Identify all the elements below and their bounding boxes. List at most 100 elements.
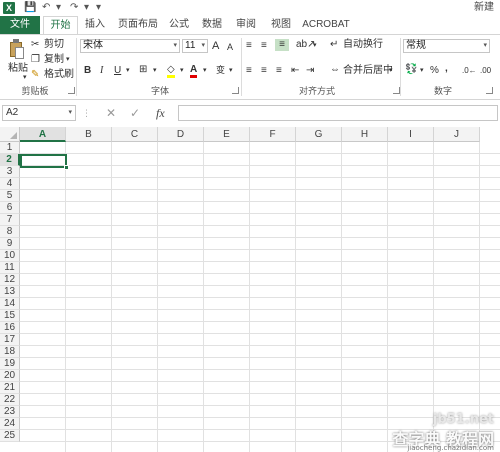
row-header-10[interactable]: 10: [0, 250, 20, 262]
tab-review[interactable]: 审阅: [232, 16, 260, 34]
paste-icon[interactable]: [8, 39, 24, 61]
fill-color-icon[interactable]: ◇: [167, 64, 175, 78]
row-header-7[interactable]: 7: [0, 214, 20, 226]
row-header-21[interactable]: 21: [0, 382, 20, 394]
shrink-font-icon[interactable]: A: [227, 41, 233, 53]
tab-file[interactable]: 文件: [0, 16, 40, 34]
column-header-j[interactable]: J: [434, 127, 480, 142]
align-right-icon[interactable]: ≡: [276, 65, 282, 77]
row-header-6[interactable]: 6: [0, 202, 20, 214]
column-header-i[interactable]: I: [388, 127, 434, 142]
undo-icon[interactable]: ↶: [42, 2, 50, 14]
align-center-icon[interactable]: ≡: [261, 65, 267, 77]
column-header-c[interactable]: C: [112, 127, 158, 142]
row-header-5[interactable]: 5: [0, 190, 20, 202]
column-header-h[interactable]: H: [342, 127, 388, 142]
row-header-13[interactable]: 13: [0, 286, 20, 298]
tab-page-layout[interactable]: 页面布局: [114, 16, 162, 34]
row-header-18[interactable]: 18: [0, 346, 20, 358]
select-all-button[interactable]: [0, 127, 20, 142]
merge-center-button[interactable]: 合并后居中: [343, 65, 393, 77]
align-bottom-icon[interactable]: ≡: [275, 39, 289, 51]
tab-view[interactable]: 视图: [267, 16, 295, 34]
decrease-indent-icon[interactable]: ⇤: [291, 65, 299, 77]
row-header-12[interactable]: 12: [0, 274, 20, 286]
redo-dropdown-icon[interactable]: ▾: [84, 2, 89, 14]
tab-acrobat[interactable]: ACROBAT: [300, 16, 352, 34]
row-header-23[interactable]: 23: [0, 406, 20, 418]
border-dropdown-icon[interactable]: ▾: [153, 65, 157, 77]
row-header-24[interactable]: 24: [0, 418, 20, 430]
underline-button[interactable]: U: [114, 65, 121, 77]
align-left-icon[interactable]: ≡: [246, 65, 252, 77]
font-launcher-icon[interactable]: [232, 87, 239, 94]
row-header-9[interactable]: 9: [0, 238, 20, 250]
row-header-8[interactable]: 8: [0, 226, 20, 238]
font-name-select[interactable]: 宋体 ▾: [80, 39, 180, 53]
font-color-icon[interactable]: A: [190, 64, 198, 78]
column-header-b[interactable]: B: [66, 127, 112, 142]
bold-button[interactable]: B: [84, 65, 91, 77]
column-header-f[interactable]: F: [250, 127, 296, 142]
row-header-14[interactable]: 14: [0, 298, 20, 310]
align-middle-icon[interactable]: ≡: [261, 40, 267, 52]
tab-insert[interactable]: 插入: [80, 16, 110, 34]
row-header-20[interactable]: 20: [0, 370, 20, 382]
percent-style-button[interactable]: %: [430, 65, 439, 77]
font-size-select[interactable]: 11 ▾: [182, 39, 208, 53]
column-header-e[interactable]: E: [204, 127, 250, 142]
number-launcher-icon[interactable]: [486, 87, 493, 94]
active-cell[interactable]: [20, 154, 67, 168]
phonetic-button[interactable]: 变: [216, 64, 225, 76]
format-painter-button[interactable]: 格式刷: [44, 69, 74, 81]
column-header-g[interactable]: G: [296, 127, 342, 142]
cut-button[interactable]: 剪切: [44, 39, 64, 51]
save-icon[interactable]: 💾: [24, 2, 36, 14]
row-header-22[interactable]: 22: [0, 394, 20, 406]
column-header-d[interactable]: D: [158, 127, 204, 142]
row-header-15[interactable]: 15: [0, 310, 20, 322]
enter-icon[interactable]: ✓: [130, 106, 140, 120]
copy-dropdown-icon[interactable]: ▾: [66, 54, 70, 66]
formula-input[interactable]: [178, 105, 498, 121]
row-header-16[interactable]: 16: [0, 322, 20, 334]
row-header-19[interactable]: 19: [0, 358, 20, 370]
column-header-a[interactable]: A: [20, 127, 66, 142]
row-header-25[interactable]: 25: [0, 430, 20, 442]
copy-button[interactable]: 复制: [44, 54, 64, 66]
tab-home[interactable]: 开始: [43, 16, 78, 35]
increase-decimal-icon[interactable]: .0←: [462, 65, 477, 77]
row-header-4[interactable]: 4: [0, 178, 20, 190]
number-format-select[interactable]: 常规 ▾: [403, 39, 490, 53]
row-header-2[interactable]: 2: [0, 154, 20, 166]
border-icon[interactable]: ⊞: [139, 64, 147, 76]
tab-formulas[interactable]: 公式: [165, 16, 193, 34]
wrap-text-button[interactable]: 自动换行: [343, 39, 383, 51]
row-header-3[interactable]: 3: [0, 166, 20, 178]
fill-color-dropdown-icon[interactable]: ▾: [180, 65, 184, 77]
align-top-icon[interactable]: ≡: [246, 40, 252, 52]
cells-area[interactable]: [20, 142, 500, 452]
increase-indent-icon[interactable]: ⇥: [306, 65, 314, 77]
underline-dropdown-icon[interactable]: ▾: [126, 65, 130, 77]
row-header-17[interactable]: 17: [0, 334, 20, 346]
paste-dropdown-icon[interactable]: ▾: [23, 72, 27, 84]
fill-handle[interactable]: [64, 165, 69, 170]
font-color-dropdown-icon[interactable]: ▾: [203, 65, 207, 77]
clipboard-launcher-icon[interactable]: [68, 87, 75, 94]
cancel-icon[interactable]: ✕: [106, 106, 116, 120]
accounting-dropdown-icon[interactable]: ▾: [420, 65, 424, 77]
grow-font-icon[interactable]: A: [212, 40, 219, 52]
italic-button[interactable]: I: [100, 65, 103, 77]
comma-style-button[interactable]: ,: [445, 63, 448, 75]
row-header-1[interactable]: 1: [0, 142, 20, 154]
accounting-format-icon[interactable]: 💱: [405, 64, 417, 76]
customize-qat-icon[interactable]: ▾: [96, 2, 101, 14]
tab-data[interactable]: 数据: [198, 16, 226, 34]
name-box[interactable]: A2 ▾: [2, 105, 76, 121]
decrease-decimal-icon[interactable]: .00: [480, 65, 491, 77]
row-header-11[interactable]: 11: [0, 262, 20, 274]
merge-dropdown-icon[interactable]: ▾: [389, 65, 393, 77]
undo-dropdown-icon[interactable]: ▾: [56, 2, 61, 14]
alignment-launcher-icon[interactable]: [393, 87, 400, 94]
